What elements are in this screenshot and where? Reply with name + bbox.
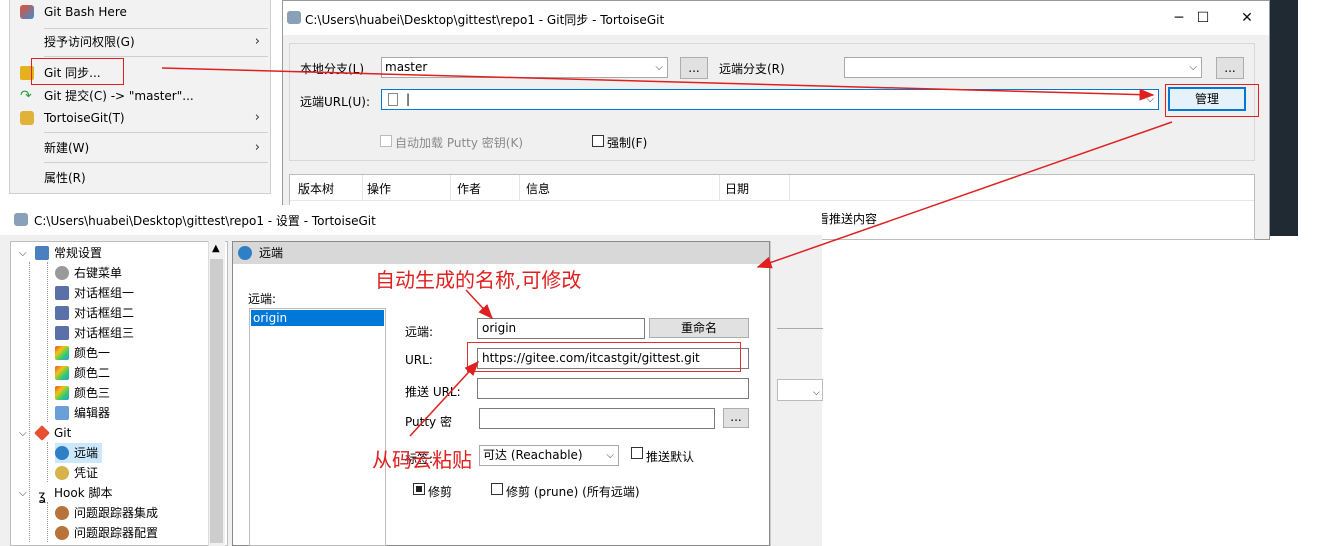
arrow-to-origin	[465, 289, 494, 320]
arrow-to-url	[161, 67, 1155, 101]
arrow-to-url-field	[409, 360, 480, 437]
annotation-arrows	[161, 67, 1173, 437]
arrow-to-manage	[756, 121, 1173, 269]
